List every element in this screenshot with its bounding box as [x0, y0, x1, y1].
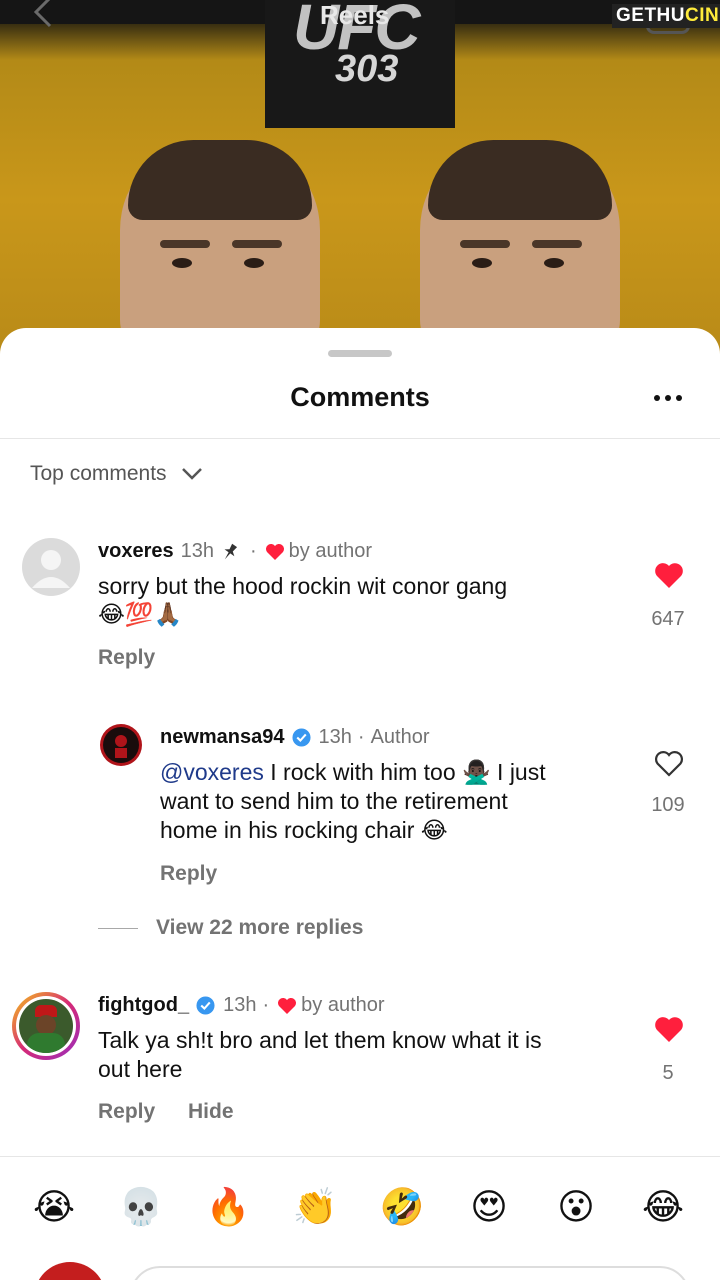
comment-input[interactable]	[130, 1266, 690, 1280]
heart-filled-icon[interactable]	[654, 562, 684, 589]
liked-by-author-label: by author	[301, 994, 385, 1016]
chevron-down-icon	[181, 468, 202, 480]
quick-emoji-bar: 😭 💀 🔥 👏 🤣 😍 😮 😂	[0, 1184, 720, 1232]
comment-username[interactable]: fightgod_	[98, 994, 189, 1017]
event-number: 303	[335, 48, 399, 90]
avatar[interactable]	[22, 538, 80, 596]
comment-username[interactable]: newmansa94	[160, 726, 285, 749]
emoji-fire[interactable]: 🔥	[204, 1184, 252, 1232]
back-arrow-icon[interactable]	[30, 0, 56, 30]
more-options-icon[interactable]	[650, 390, 686, 406]
header-divider	[0, 438, 720, 439]
fighter-left-image	[120, 140, 320, 360]
comment-text: @voxeres I rock with him too 🙅🏿‍♂️ I jus…	[160, 759, 546, 843]
heart-filled-icon[interactable]	[654, 1016, 684, 1043]
verified-icon	[291, 728, 311, 747]
comment-username[interactable]: voxeres	[98, 540, 174, 563]
liked-by-author-label: by author	[288, 540, 373, 562]
emoji-clapping[interactable]: 👏	[291, 1184, 339, 1232]
mention-link[interactable]: @voxeres	[160, 759, 264, 785]
author-heart-icon	[265, 543, 284, 560]
reel-background: UFC 303 Reels GETHUCINEMA	[0, 0, 720, 360]
comment-text: Talk ya sh!t bro and let them know what …	[98, 1027, 542, 1082]
sheet-title: Comments	[290, 382, 430, 412]
like-count: 5	[662, 1062, 674, 1084]
fighter-right-image	[420, 140, 620, 360]
comment-time: 13h	[318, 726, 352, 748]
hide-button[interactable]: Hide	[188, 1100, 234, 1124]
comment-meta: fightgod_ 13h · by author	[98, 994, 385, 1017]
heart-outline-icon[interactable]	[654, 750, 684, 777]
comment-text: sorry but the hood rockin wit conor gang…	[98, 573, 508, 628]
current-user-avatar	[34, 1262, 106, 1280]
like-count: 647	[651, 608, 685, 630]
author-badge: Author	[370, 726, 430, 748]
reply-button[interactable]: Reply	[160, 862, 217, 886]
sheet-grabber[interactable]	[328, 350, 392, 357]
emoji-crying[interactable]: 😭	[30, 1184, 78, 1232]
comment-meta: voxeres 13h · by author	[98, 540, 373, 563]
channel-watermark: GETHUCINEMA	[612, 4, 720, 28]
reels-title: Reels	[320, 0, 390, 30]
avatar[interactable]	[12, 992, 80, 1060]
verified-icon	[196, 996, 215, 1015]
comments-sheet: Comments Top comments voxeres 13h · by a…	[0, 328, 720, 1280]
emoji-bar-divider	[0, 1156, 720, 1157]
emoji-rofl[interactable]: 🤣	[378, 1184, 426, 1232]
sort-label: Top comments	[30, 462, 167, 485]
emoji-surprised[interactable]: 😮	[552, 1184, 600, 1232]
avatar[interactable]	[100, 724, 142, 766]
reply-button[interactable]: Reply	[98, 1100, 155, 1124]
comment-meta: newmansa94 13h · Author	[160, 726, 430, 749]
sort-dropdown[interactable]: Top comments	[30, 462, 203, 486]
comment-time: 13h	[180, 540, 214, 562]
emoji-skull[interactable]: 💀	[117, 1184, 165, 1232]
view-more-replies-button[interactable]: View 22 more replies	[98, 916, 363, 940]
like-count: 109	[651, 794, 685, 816]
pin-icon	[224, 543, 238, 559]
comment-time: 13h	[223, 994, 257, 1016]
emoji-joy[interactable]: 😂	[639, 1184, 687, 1232]
reply-button[interactable]: Reply	[98, 646, 155, 670]
author-heart-icon	[278, 997, 297, 1014]
emoji-heart-eyes[interactable]: 😍	[465, 1184, 513, 1232]
